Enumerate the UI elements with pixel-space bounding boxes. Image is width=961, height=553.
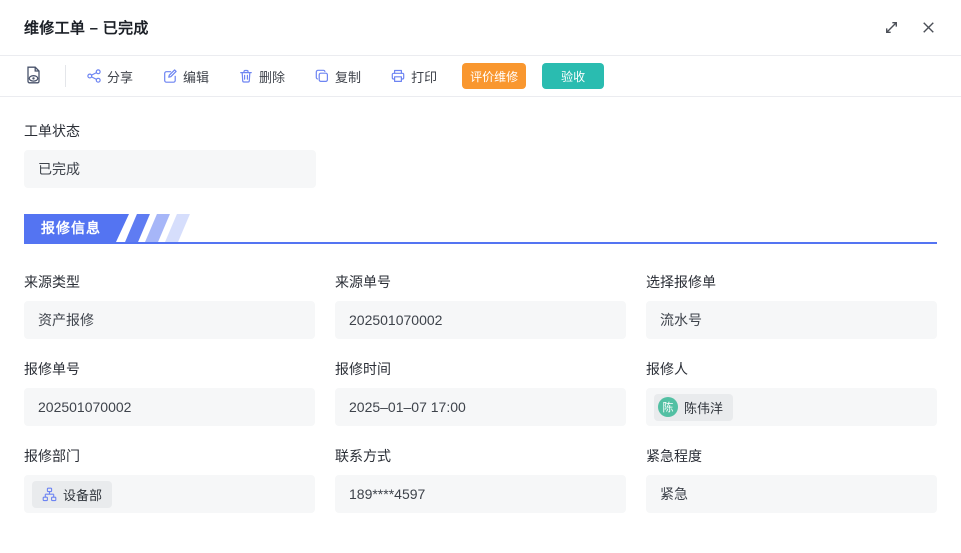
field-3: 报修单号 202501070002	[24, 359, 315, 426]
toolbar-action-label: 打印	[411, 67, 437, 86]
toolbar-share-button[interactable]: 分享	[86, 67, 133, 86]
section-title: 报修信息	[41, 218, 101, 238]
status-label: 工单状态	[24, 121, 937, 141]
field-label: 来源单号	[335, 272, 626, 292]
status-value: 已完成	[38, 159, 80, 179]
field-label: 紧急程度	[646, 446, 937, 466]
toolbar-action-label: 复制	[335, 67, 361, 86]
person-chip[interactable]: 陈陈伟洋	[654, 394, 733, 421]
banner-stripe	[165, 214, 190, 242]
field-value-box: 189****4597	[335, 475, 626, 513]
field-4: 报修时间 2025–01–07 17:00	[335, 359, 626, 426]
fields-grid: 来源类型资产报修来源单号202501070002选择报修单流水号报修单号2025…	[24, 272, 937, 513]
org-chart-icon	[42, 487, 57, 502]
field-value-box: 202501070002	[335, 301, 626, 339]
evaluate-repair-button[interactable]: 评价维修	[462, 63, 526, 89]
field-value-box: 202501070002	[24, 388, 315, 426]
status-field: 工单状态 已完成	[24, 121, 937, 188]
section-header-repair-info: 报修信息	[24, 214, 937, 244]
field-label: 报修人	[646, 359, 937, 379]
field-label: 联系方式	[335, 446, 626, 466]
toolbar: 分享 编辑 删除 复制 打印 评价维修 验收	[0, 56, 961, 97]
print-icon	[390, 68, 406, 84]
delete-icon	[238, 68, 254, 84]
status-value-box: 已完成	[24, 150, 316, 188]
toolbar-print-button[interactable]: 打印	[390, 67, 437, 86]
toolbar-divider	[65, 65, 66, 87]
field-value: 紧急	[660, 484, 688, 504]
field-value: 202501070002	[38, 399, 131, 415]
avatar: 陈	[658, 397, 678, 417]
field-value: 189****4597	[349, 486, 425, 502]
toolbar-delete-button[interactable]: 删除	[238, 67, 285, 86]
field-value-box: 2025–01–07 17:00	[335, 388, 626, 426]
header-icons	[883, 19, 937, 36]
person-name: 陈伟洋	[684, 398, 723, 417]
field-2: 选择报修单流水号	[646, 272, 937, 339]
accept-button[interactable]: 验收	[542, 63, 604, 89]
department-name: 设备部	[63, 485, 102, 504]
field-value: 2025–01–07 17:00	[349, 399, 466, 415]
field-value: 流水号	[660, 310, 702, 330]
department-chip[interactable]: 设备部	[32, 481, 112, 508]
field-label: 来源类型	[24, 272, 315, 292]
dialog-body: 工单状态 已完成 报修信息 来源类型资产报修来源单号202501070002选择…	[0, 97, 961, 537]
edit-icon	[162, 68, 178, 84]
field-1: 来源单号 202501070002	[335, 272, 626, 339]
dialog-title: 维修工单 – 已完成	[24, 17, 149, 38]
toolbar-copy-button[interactable]: 复制	[314, 67, 361, 86]
section-banner: 报修信息	[24, 214, 129, 242]
dialog-header: 维修工单 – 已完成	[0, 0, 961, 56]
field-5: 报修人陈陈伟洋	[646, 359, 937, 426]
toolbar-edit-button[interactable]: 编辑	[162, 67, 209, 86]
field-8: 紧急程度紧急	[646, 446, 937, 513]
field-label: 报修单号	[24, 359, 315, 379]
toolbar-action-label: 删除	[259, 67, 285, 86]
copy-icon	[314, 68, 330, 84]
expand-icon[interactable]	[883, 19, 900, 36]
field-value-box: 流水号	[646, 301, 937, 339]
field-value-box: 陈陈伟洋	[646, 388, 937, 426]
toolbar-action-label: 分享	[107, 67, 133, 86]
field-label: 报修时间	[335, 359, 626, 379]
toolbar-actions: 分享 编辑 删除 复制 打印	[86, 67, 437, 86]
field-value: 202501070002	[349, 312, 442, 328]
field-label: 报修部门	[24, 446, 315, 466]
field-6: 报修部门设备部	[24, 446, 315, 513]
field-value: 资产报修	[38, 310, 94, 330]
close-icon[interactable]	[920, 19, 937, 36]
document-preview-icon	[24, 65, 43, 88]
field-value-box: 资产报修	[24, 301, 315, 339]
field-0: 来源类型资产报修	[24, 272, 315, 339]
field-value-box: 设备部	[24, 475, 315, 513]
toolbar-action-label: 编辑	[183, 67, 209, 86]
preview-document-button[interactable]	[24, 65, 43, 88]
field-label: 选择报修单	[646, 272, 937, 292]
field-value-box: 紧急	[646, 475, 937, 513]
share-icon	[86, 68, 102, 84]
field-7: 联系方式 189****4597	[335, 446, 626, 513]
repair-work-order-dialog: 维修工单 – 已完成	[0, 0, 961, 553]
